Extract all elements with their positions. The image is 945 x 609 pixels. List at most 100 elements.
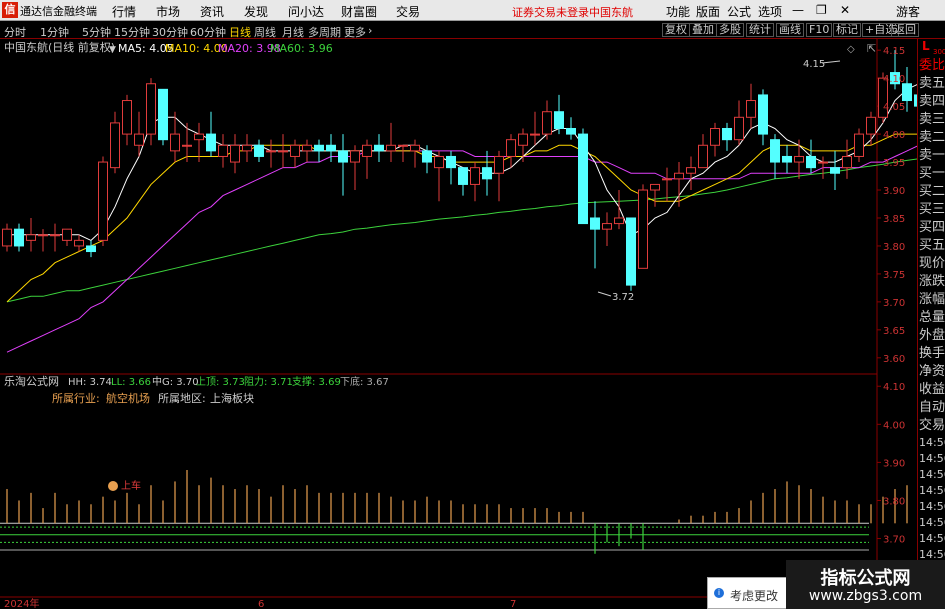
sub-xiadi-value: 下底: 3.67 [340, 375, 389, 388]
duogu-button[interactable]: 多股 [716, 23, 744, 37]
period-15min[interactable]: 15分钟 [114, 24, 150, 40]
period-fenshi[interactable]: 分时 [4, 24, 26, 40]
back-button[interactable]: 返回 [891, 23, 919, 37]
low-price-pointer [597, 291, 612, 297]
menu-banmian[interactable]: 版面 [696, 3, 720, 20]
period-weekly[interactable]: 周线 [254, 24, 276, 40]
panel-label-price[interactable]: 现价 [918, 255, 945, 273]
candle-body [38, 234, 48, 237]
panel-label-turnover[interactable]: 换手 [918, 345, 945, 363]
biaoji-button[interactable]: 标记 [833, 23, 861, 37]
diejia-button[interactable]: 叠加 [689, 23, 717, 37]
candle-body [350, 150, 360, 163]
panel-label-buy5[interactable]: 买五 [918, 237, 945, 255]
quote-side-panel: L 300 委比 卖五 卖四 卖三 卖二 卖一 买一 买二 买三 买四 买五 现… [917, 39, 945, 609]
ma-settings-icon[interactable]: ▼ [109, 45, 116, 55]
menu-zixun[interactable]: 资讯 [200, 3, 224, 20]
period-monthly[interactable]: 月线 [282, 24, 304, 40]
panel-label-sell2[interactable]: 卖二 [918, 129, 945, 147]
region-label: 所属地区: [158, 392, 206, 405]
menu-caifuquan[interactable]: 财富圈 [341, 3, 377, 20]
candle-body [338, 150, 348, 163]
candle-body [314, 144, 324, 152]
fuquan-button[interactable]: 复权 [662, 23, 690, 37]
panel-label-volume[interactable]: 总量 [918, 309, 945, 327]
panel-label-buy2[interactable]: 买二 [918, 183, 945, 201]
minimize-icon[interactable]: — [792, 3, 804, 17]
menu-faxian[interactable]: 发现 [244, 3, 268, 20]
period-30min[interactable]: 30分钟 [152, 24, 188, 40]
menu-bar: 信 通达信金融终端 行情 市场 资讯 发现 问小达 财富圈 交易 证券交易未登录… [0, 0, 945, 21]
menu-shichang[interactable]: 市场 [156, 3, 180, 20]
menu-wenxiaoda[interactable]: 问小达 [288, 3, 324, 20]
panel-label-sell4[interactable]: 卖四 [918, 93, 945, 111]
candle-body [758, 94, 768, 135]
kline-chart[interactable]: 4.15 4.10 4.05 4.00 3.95 3.90 3.85 3.80 3.75 3.70… [0, 39, 917, 609]
panel-label-weibi[interactable]: 委比 [918, 57, 945, 75]
region-value: 上海板块 [210, 391, 254, 405]
candle-body [146, 83, 156, 135]
panel-label-pct[interactable]: 涨幅 [918, 291, 945, 309]
main-chart-title: 中国东航(日线 前复权) [4, 40, 115, 54]
menu-gongneng[interactable]: 功能 [666, 3, 690, 20]
panel-label-sell3[interactable]: 卖三 [918, 111, 945, 129]
login-notice[interactable]: 证券交易未登录 [512, 4, 589, 20]
period-daily[interactable]: 日线 [229, 24, 251, 40]
huaxian-button[interactable]: 画线 [776, 23, 804, 37]
period-multi[interactable]: 多周期 [308, 24, 341, 40]
chevron-right-icon[interactable]: › [368, 24, 372, 37]
panel-label-buy1[interactable]: 买一 [918, 165, 945, 183]
menu-jiaoyi[interactable]: 交易 [396, 3, 420, 20]
panel-label-change[interactable]: 涨跌 [918, 273, 945, 291]
f10-button[interactable]: F10 [806, 23, 833, 37]
sub-y-tick-label: 4.10 [883, 382, 905, 393]
menu-gongshi[interactable]: 公式 [727, 3, 751, 20]
panel-label-sell5[interactable]: 卖五 [918, 75, 945, 93]
period-5min[interactable]: 5分钟 [82, 24, 111, 40]
candle-body [590, 217, 600, 230]
menu-hangqing[interactable]: 行情 [112, 3, 136, 20]
candle-body [770, 139, 780, 163]
restore-icon[interactable]: ❐ [816, 3, 827, 17]
panel-label-buy4[interactable]: 买四 [918, 219, 945, 237]
menu-xuanxiang[interactable]: 选项 [758, 3, 782, 20]
candle-body [290, 144, 300, 157]
notification-toast[interactable]: i 考虑更改 [707, 577, 791, 609]
candle-body [782, 155, 792, 163]
y-tick-label: 3.90 [883, 186, 905, 197]
candle-body [506, 139, 516, 157]
panel-label-trade[interactable]: 交易 [918, 417, 945, 435]
candle-body [122, 100, 132, 135]
period-1min[interactable]: 1分钟 [40, 24, 69, 40]
low-price-label: 3.72 [612, 292, 634, 303]
tick-time: 14:56 [919, 532, 945, 545]
panel-label-outer[interactable]: 外盘 [918, 327, 945, 345]
moving-average-lines [6, 84, 917, 353]
panel-label-auto[interactable]: 自动 [918, 399, 945, 417]
candle-body [86, 245, 96, 253]
y-tick-label: 3.80 [883, 242, 905, 253]
chart-expand-icon[interactable]: ⇱ [867, 42, 876, 55]
candle-body [698, 144, 708, 169]
sub-zuli-value: 阻力: 3.71 [244, 375, 293, 388]
panel-label-eps[interactable]: 收益 [918, 381, 945, 399]
guest-user[interactable]: 游客 [896, 3, 920, 20]
sub-chart-title: 乐淘公式网 [4, 375, 59, 388]
panel-label-nav[interactable]: 净资 [918, 363, 945, 381]
period-60min[interactable]: 60分钟 [190, 24, 226, 40]
candle-body [842, 155, 852, 169]
industry-label: 所属行业: [52, 392, 100, 405]
diamond-icon[interactable]: ◇ [847, 44, 855, 55]
panel-label-sell1[interactable]: 卖一 [918, 147, 945, 165]
y-tick-label: 4.05 [883, 102, 905, 113]
candle-body [26, 234, 36, 241]
candle-body [902, 83, 912, 102]
close-icon[interactable]: ✕ [840, 3, 850, 17]
current-stock-name: 中国东航 [589, 6, 633, 19]
candle-body [194, 133, 204, 141]
tongji-button[interactable]: 统计 [746, 23, 774, 37]
candle-body [242, 144, 252, 152]
candle-body [62, 228, 72, 241]
panel-label-buy3[interactable]: 买三 [918, 201, 945, 219]
period-more[interactable]: 更多 [344, 24, 366, 40]
